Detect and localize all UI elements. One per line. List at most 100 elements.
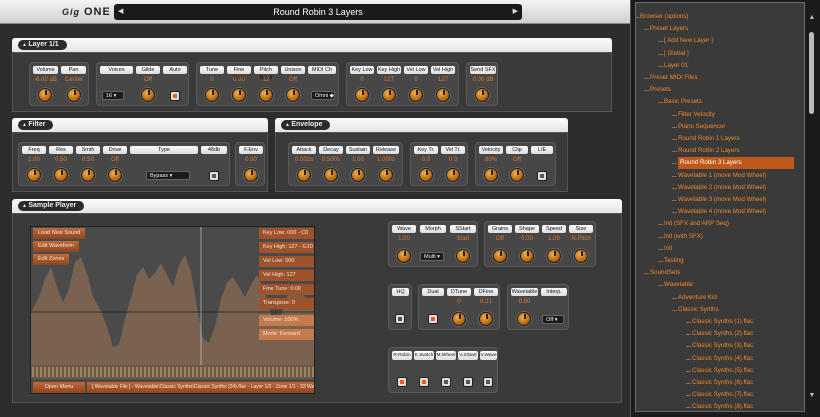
volume-knob[interactable] (38, 88, 52, 102)
browser-item[interactable]: Filter Velocity (678, 109, 715, 121)
browser-item[interactable]: Wavetable 3 (move Mod Wheel) (678, 194, 766, 206)
velocity-knob[interactable] (484, 168, 498, 182)
hq-toggle[interactable] (395, 314, 405, 324)
scroll-thumb[interactable] (809, 32, 814, 114)
open-menu-button[interactable]: Open Menu (33, 382, 85, 393)
wave-knob[interactable] (397, 249, 411, 263)
browser-item[interactable]: Piano Sequencer (678, 121, 725, 133)
browser-item[interactable]: Classic Synths (3).flac (692, 340, 753, 352)
browser-item[interactable]: Presets (650, 84, 671, 96)
browser-item[interactable]: Init (with SFX) (664, 231, 703, 243)
vel-tr-knob[interactable] (446, 168, 460, 182)
wavetable-knob[interactable] (517, 312, 531, 326)
voices-dropdown[interactable]: 16 ▾ (102, 91, 124, 100)
48db-toggle[interactable] (209, 171, 219, 181)
layer-panel-title[interactable]: Layer 1/1 (12, 38, 612, 52)
browser-item[interactable]: Preset MIDI Files (650, 72, 697, 84)
key-tr-knob[interactable] (419, 168, 433, 182)
browser-item[interactable]: Classic Synths (1).flac (692, 316, 753, 328)
kswitch-toggle[interactable] (419, 377, 429, 387)
sustain-knob[interactable] (351, 168, 365, 182)
browser-item[interactable]: Classic Synths (6).flac (692, 377, 753, 389)
morph-dropdown[interactable]: Multi ▾ (420, 252, 444, 261)
vel-high-knob[interactable] (436, 88, 450, 102)
fine-tune-knob[interactable] (232, 88, 246, 102)
sstart-knob[interactable] (456, 249, 470, 263)
browser-item[interactable]: Preset Layers (650, 23, 688, 35)
browser-item[interactable]: SoundSets (650, 267, 680, 279)
waveform-display[interactable]: Load New Sound Edit Waveform Edit Zones … (30, 226, 315, 394)
edit-waveform-button[interactable]: Edit Waveform (33, 241, 79, 252)
browser-item[interactable]: Round Robin 1 Layers (678, 133, 740, 145)
browser-item[interactable]: Round Robin 3 Layers (678, 157, 794, 170)
fenv-knob[interactable] (244, 168, 258, 182)
browser-item[interactable]: [ Global ] (664, 48, 689, 60)
grains-knob[interactable] (493, 249, 507, 263)
tune-knob[interactable] (205, 88, 219, 102)
smth-knob[interactable] (81, 168, 95, 182)
vwave-toggle[interactable] (483, 377, 493, 387)
envelope-panel-title[interactable]: Envelope (275, 118, 568, 132)
clip-knob[interactable] (510, 168, 524, 182)
key-low-knob[interactable] (355, 88, 369, 102)
mwheel-toggle[interactable] (441, 377, 451, 387)
freq-knob[interactable] (27, 168, 41, 182)
filter-panel-title[interactable]: Filter (12, 118, 268, 132)
unison-knob[interactable] (286, 88, 300, 102)
res-knob[interactable] (54, 168, 68, 182)
browser-item[interactable]: [ Add New Layer ] (664, 35, 713, 47)
key-high-knob[interactable] (382, 88, 396, 102)
vsstart-toggle[interactable] (463, 377, 473, 387)
freq-label: Freq (22, 146, 46, 154)
scroll-down-arrow-icon[interactable]: ▼ (807, 392, 817, 399)
dual-toggle[interactable] (428, 314, 438, 324)
decay-knob[interactable] (324, 168, 338, 182)
speed-knob[interactable] (547, 249, 561, 263)
interp-dropdown[interactable]: Off ▾ (542, 315, 564, 324)
browser-item[interactable]: Adventure Kid (678, 292, 717, 304)
browser-item[interactable]: Wavetable 4 (move Mod Wheel) (678, 206, 766, 218)
browser-item[interactable]: Wavetable 2 (move Mod Wheel) (678, 182, 766, 194)
release-knob[interactable] (379, 168, 393, 182)
browser-item[interactable]: Classic Synths (678, 304, 719, 316)
dfine-knob[interactable] (479, 312, 493, 326)
browser-item[interactable]: Classic Synths (2).flac (692, 328, 753, 340)
browser-item[interactable]: Init (SFX and ARP Seq) (664, 218, 729, 230)
browser-item[interactable]: Classic Synths (8).flac (692, 401, 753, 411)
browser-scrollbar[interactable]: ▲ ▼ (807, 4, 817, 409)
scroll-up-arrow-icon[interactable]: ▲ (807, 14, 817, 21)
size-knob[interactable] (574, 249, 588, 263)
rrobin-toggle[interactable] (397, 377, 407, 387)
browser-item[interactable]: Testing (664, 255, 684, 267)
next-preset-arrow-icon[interactable]: ▶ (513, 4, 518, 20)
browser-item[interactable]: Layer 01 (664, 60, 688, 72)
browser-item[interactable]: Classic Synths (7).flac (692, 389, 753, 401)
browser-item[interactable]: Classic Synths (5).flac (692, 365, 753, 377)
load-new-sound-button[interactable]: Load New Sound (33, 228, 86, 239)
browser-item[interactable]: Round Robin 2 Layers (678, 145, 740, 157)
sample-player-title[interactable]: Sample Player (12, 199, 622, 213)
pan-knob[interactable] (67, 88, 81, 102)
midi-channel-dropdown[interactable]: Omni ◆ (311, 91, 335, 100)
browser-item[interactable]: Basic Presets (664, 96, 702, 108)
browser-item[interactable]: Wavetable (664, 279, 693, 291)
browser-item[interactable]: Browser (options) (640, 11, 689, 23)
dtune-knob[interactable] (452, 312, 466, 326)
preset-selector[interactable]: ◀ Round Robin 3 Layers ▶ (114, 4, 522, 20)
drive-knob[interactable] (108, 168, 122, 182)
attack-knob[interactable] (297, 168, 311, 182)
browser-item[interactable]: Init (664, 243, 672, 255)
auto-toggle[interactable] (170, 91, 180, 101)
filter-type-dropdown[interactable]: Bypass ▾ (146, 171, 190, 180)
browser-item[interactable]: Classic Synths (4).flac (692, 353, 753, 365)
pitch-bend-knob[interactable] (259, 88, 273, 102)
dtune-value: 0 (457, 299, 461, 305)
glide-knob[interactable] (141, 88, 155, 102)
le-toggle[interactable] (537, 171, 547, 181)
edit-zones-button[interactable]: Edit Zones (33, 254, 70, 265)
browser-item[interactable]: Wavetable 1 (move Mod Wheel) (678, 170, 766, 182)
shape-knob[interactable] (520, 249, 534, 263)
send-sfx-knob[interactable] (475, 88, 489, 102)
prev-preset-arrow-icon[interactable]: ◀ (118, 4, 123, 20)
vel-low-knob[interactable] (409, 88, 423, 102)
